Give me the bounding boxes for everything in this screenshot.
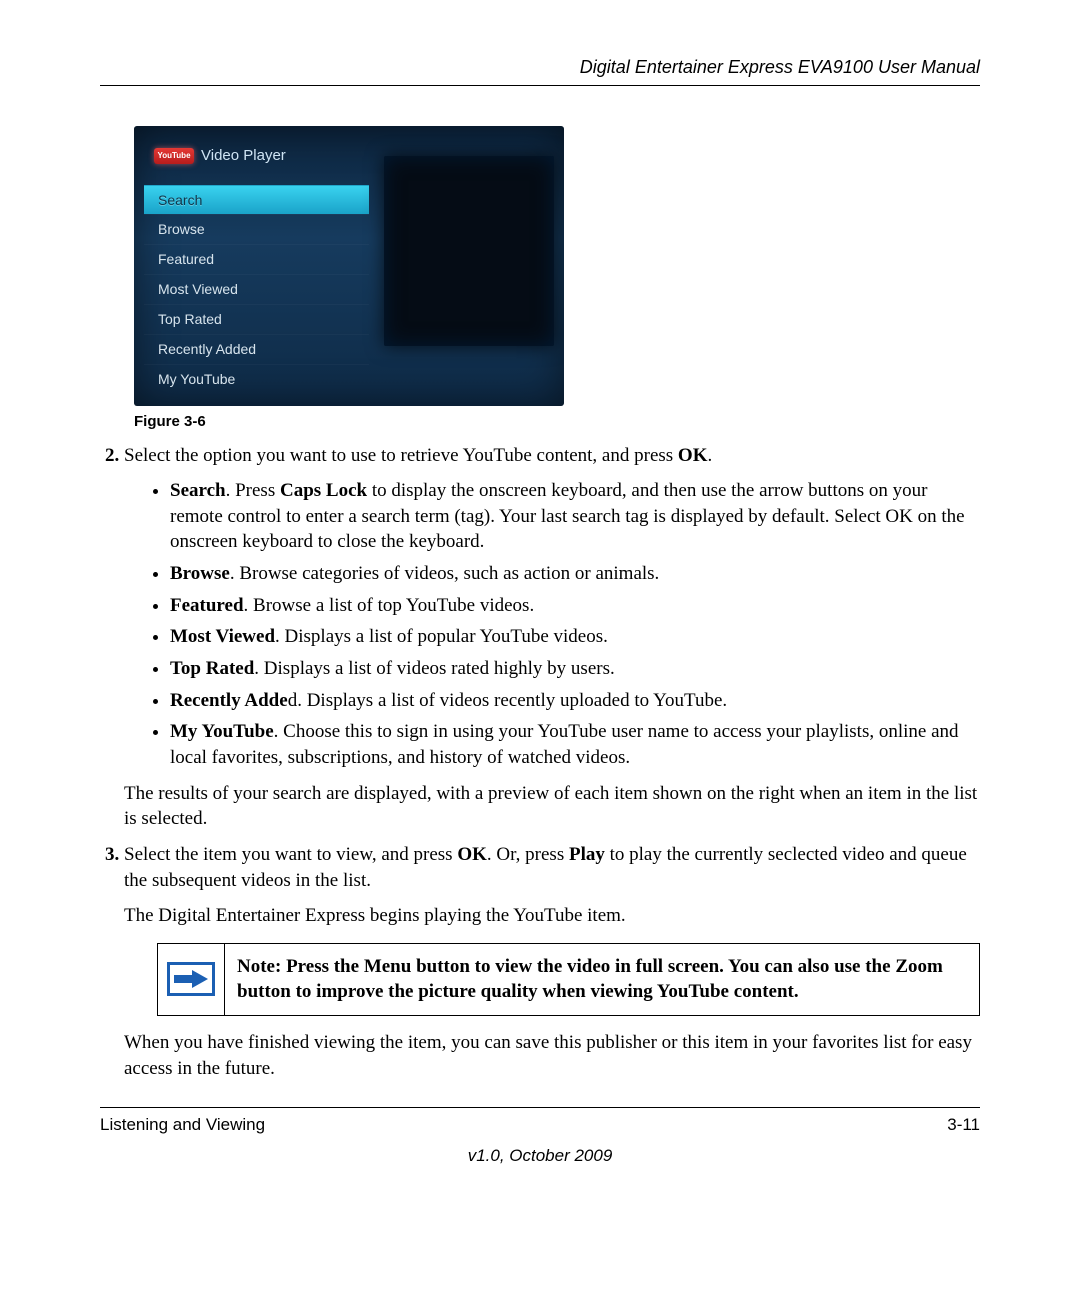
footer-section: Listening and Viewing: [100, 1114, 265, 1137]
menu-item-top-rated[interactable]: Top Rated: [144, 304, 369, 334]
footer-page: 3-11: [947, 1114, 980, 1137]
youtube-logo-icon: YouTube: [154, 148, 194, 164]
step2-intro-post: .: [707, 445, 712, 466]
note-icon-cell: [158, 944, 225, 1015]
step3-after1: The Digital Entertainer Express begins p…: [124, 903, 980, 929]
footer-row: Listening and Viewing 3-11: [100, 1114, 980, 1137]
body-content: Select the option you want to use to ret…: [100, 443, 980, 1082]
menu-item-my-youtube[interactable]: My YouTube: [144, 364, 369, 394]
note-text: Note: Press the Menu button to view the …: [225, 944, 979, 1015]
youtube-player-screenshot: YouTube Video Player Search Browse Featu…: [134, 126, 564, 406]
bullet-most-viewed: Most Viewed. Displays a list of popular …: [170, 624, 980, 650]
figure-caption: Figure 3-6: [134, 412, 980, 432]
menu-item-browse[interactable]: Browse: [144, 214, 369, 244]
menu-item-featured[interactable]: Featured: [144, 244, 369, 274]
menu-list: Search Browse Featured Most Viewed Top R…: [144, 185, 369, 394]
bullet-featured: Featured. Browse a list of top YouTube v…: [170, 593, 980, 619]
arrow-right-icon: [167, 962, 215, 996]
menu-item-search[interactable]: Search: [144, 185, 369, 215]
footer-rule: [100, 1107, 980, 1108]
menu-panel: YouTube Video Player Search Browse Featu…: [144, 142, 369, 393]
preview-pane: [384, 156, 554, 346]
menu-item-recently-added[interactable]: Recently Added: [144, 334, 369, 364]
bullet-browse: Browse. Browse categories of videos, suc…: [170, 561, 980, 587]
step2-after: The results of your search are displayed…: [124, 781, 980, 832]
bullet-top-rated: Top Rated. Displays a list of videos rat…: [170, 656, 980, 682]
footer-version: v1.0, October 2009: [100, 1145, 980, 1168]
step-3: Select the item you want to view, and pr…: [124, 842, 980, 1081]
bullet-search: Search. Press Caps Lock to display the o…: [170, 478, 980, 555]
menu-item-most-viewed[interactable]: Most Viewed: [144, 274, 369, 304]
page-header: Digital Entertainer Express EVA9100 User…: [100, 55, 980, 86]
app-title: Video Player: [201, 146, 286, 166]
bullet-recently-added: Recently Added. Displays a list of video…: [170, 688, 980, 714]
step-2: Select the option you want to use to ret…: [124, 443, 980, 832]
note-box: Note: Press the Menu button to view the …: [157, 943, 980, 1016]
step3-after2: When you have finished viewing the item,…: [124, 1030, 980, 1081]
step2-intro-bold: OK: [678, 445, 708, 466]
bullet-my-youtube: My YouTube. Choose this to sign in using…: [170, 719, 980, 770]
step2-intro-pre: Select the option you want to use to ret…: [124, 445, 678, 466]
app-title-row: YouTube Video Player: [144, 142, 369, 178]
